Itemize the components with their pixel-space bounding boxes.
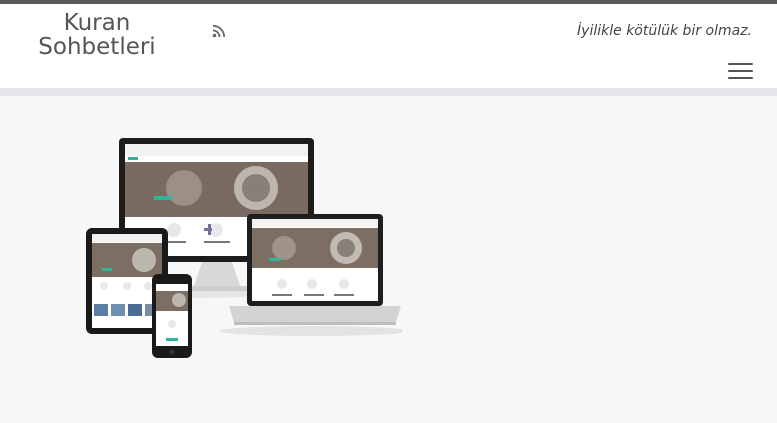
header-divider <box>0 88 777 96</box>
rss-icon[interactable] <box>212 24 226 38</box>
site-tagline: İyilikle kötülük bir olmaz. <box>577 23 752 39</box>
responsive-devices-image <box>86 138 402 358</box>
site-title[interactable]: Kuran Sohbetleri <box>27 11 167 59</box>
site-title-line-2: Sohbetleri <box>38 34 156 60</box>
phone <box>152 274 192 358</box>
site-title-line-1: Kuran <box>63 10 131 36</box>
laptop <box>229 214 401 325</box>
hamburger-menu-icon[interactable] <box>728 63 753 81</box>
site-header: Kuran Sohbetleri İyilikle kötülük bir ol… <box>0 4 777 88</box>
